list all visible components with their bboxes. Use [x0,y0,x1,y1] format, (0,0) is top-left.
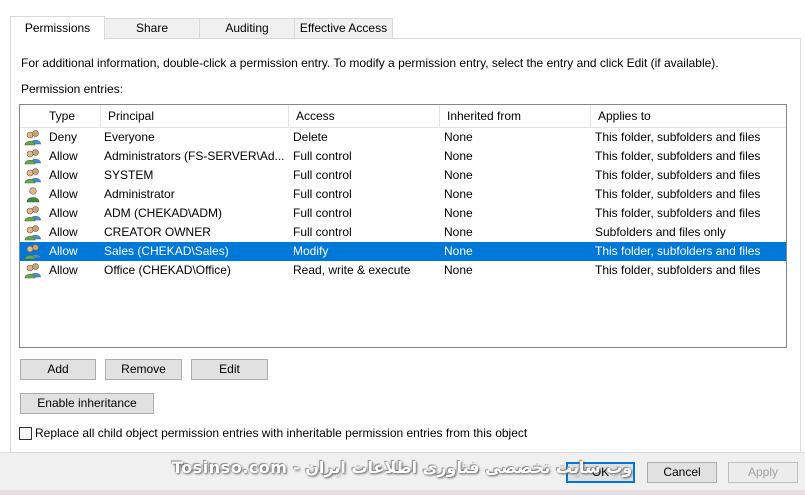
entry-type: Allow [49,225,78,239]
entry-inherited-from: None [444,130,473,144]
table-row[interactable]: Allow CREATOR OWNER Full control None Subfol… [20,223,786,242]
enable-inheritance-button[interactable]: Enable inheritance [20,393,154,414]
cancel-button[interactable]: Cancel [647,462,717,483]
entry-type: Allow [49,187,78,201]
table-row[interactable]: Allow SYSTEM Full control None This folder, … [20,166,786,185]
entry-access: Delete [293,130,328,144]
replace-child-permissions-checkbox[interactable] [19,427,32,440]
replace-child-permissions-label: Replace all child object permission entr… [35,426,528,440]
column-header-applies-to[interactable]: Applies to [591,105,786,127]
entry-applies-to: This folder, subfolders and files [595,263,761,277]
table-row[interactable]: Allow Office (CHEKAD\Office) Read, write &… [20,261,786,280]
window-bottom-edge [0,490,805,495]
permission-entries-label: Permission entries: [21,82,124,96]
entry-access: Full control [293,225,352,239]
entry-access: Full control [293,149,352,163]
entry-type: Allow [49,263,78,277]
tab-share[interactable]: Share [104,18,200,38]
table-row[interactable]: Allow Administrators (FS-SERVER\Ad... Full… [20,147,786,166]
entry-type: Allow [49,168,78,182]
add-button[interactable]: Add [20,359,96,380]
entry-type: Allow [49,206,78,220]
entry-applies-to: This folder, subfolders and files [595,168,761,182]
entry-applies-to: This folder, subfolders and files [595,244,761,258]
entry-principal: Administrator [104,187,175,201]
entry-type: Allow [49,149,78,163]
apply-button[interactable]: Apply [728,462,798,483]
entry-inherited-from: None [444,225,473,239]
tab-auditing[interactable]: Auditing [199,18,295,38]
entry-access: Read, write & execute [293,263,411,277]
tab-strip: Permissions Share Auditing Effective Acc… [10,16,805,40]
entry-principal: Everyone [104,130,155,144]
entry-applies-to: This folder, subfolders and files [595,206,761,220]
info-text: For additional information, double-click… [21,56,719,70]
entry-principal: CREATOR OWNER [104,225,211,239]
group-icon [24,205,42,222]
entry-principal: Administrators (FS-SERVER\Ad... [104,149,284,163]
entry-access: Full control [293,206,352,220]
entry-applies-to: This folder, subfolders and files [595,130,761,144]
entry-inherited-from: None [444,206,473,220]
column-header-principal[interactable]: Principal [101,105,289,127]
entry-applies-to: Subfolders and files only [595,225,726,239]
entry-principal: ADM (CHEKAD\ADM) [104,206,223,220]
tab-permissions[interactable]: Permissions [10,16,105,40]
entry-type: Allow [49,244,78,258]
remove-button[interactable]: Remove [105,359,182,380]
entry-applies-to: This folder, subfolders and files [595,187,761,201]
entry-inherited-from: None [444,187,473,201]
table-row[interactable]: Allow ADM (CHEKAD\ADM) Full control None Thi… [20,204,786,223]
entry-inherited-from: None [444,263,473,277]
entry-access: Modify [293,244,329,258]
group-icon [24,243,42,260]
table-row[interactable]: Allow Sales (CHEKAD\Sales) Modify None This … [20,242,786,261]
list-header: Type Principal Access Inherited from App… [20,105,786,128]
group-icon [24,129,42,146]
column-header-access[interactable]: Access [289,105,440,127]
column-header-inherited-from[interactable]: Inherited from [440,105,591,127]
entry-inherited-from: None [444,244,473,258]
column-header-type[interactable]: Type [42,105,101,127]
group-icon [24,224,42,241]
entry-inherited-from: None [444,168,473,182]
group-icon [24,148,42,165]
group-icon [24,262,42,279]
entry-principal: Office (CHEKAD\Office) [104,263,231,277]
entry-access: Full control [293,187,352,201]
tab-effective-access[interactable]: Effective Access [294,18,393,38]
permission-entries-list[interactable]: Type Principal Access Inherited from App… [19,104,787,348]
entry-type: Deny [49,130,78,144]
entry-principal: Sales (CHEKAD\Sales) [104,244,229,258]
entry-applies-to: This folder, subfolders and files [595,149,761,163]
edit-button[interactable]: Edit [191,359,268,380]
entry-access: Full control [293,168,352,182]
table-row[interactable]: Deny Everyone Delete None This folder, subfo… [20,128,786,147]
table-row[interactable]: Allow Administrator Full control None This f… [20,185,786,204]
entry-inherited-from: None [444,149,473,163]
group-icon [24,167,42,184]
user-icon [24,186,42,203]
entry-principal: SYSTEM [104,168,154,182]
watermark: وب سایت تخصصی فناوری اطلاعات ایران - Tos… [172,458,633,477]
